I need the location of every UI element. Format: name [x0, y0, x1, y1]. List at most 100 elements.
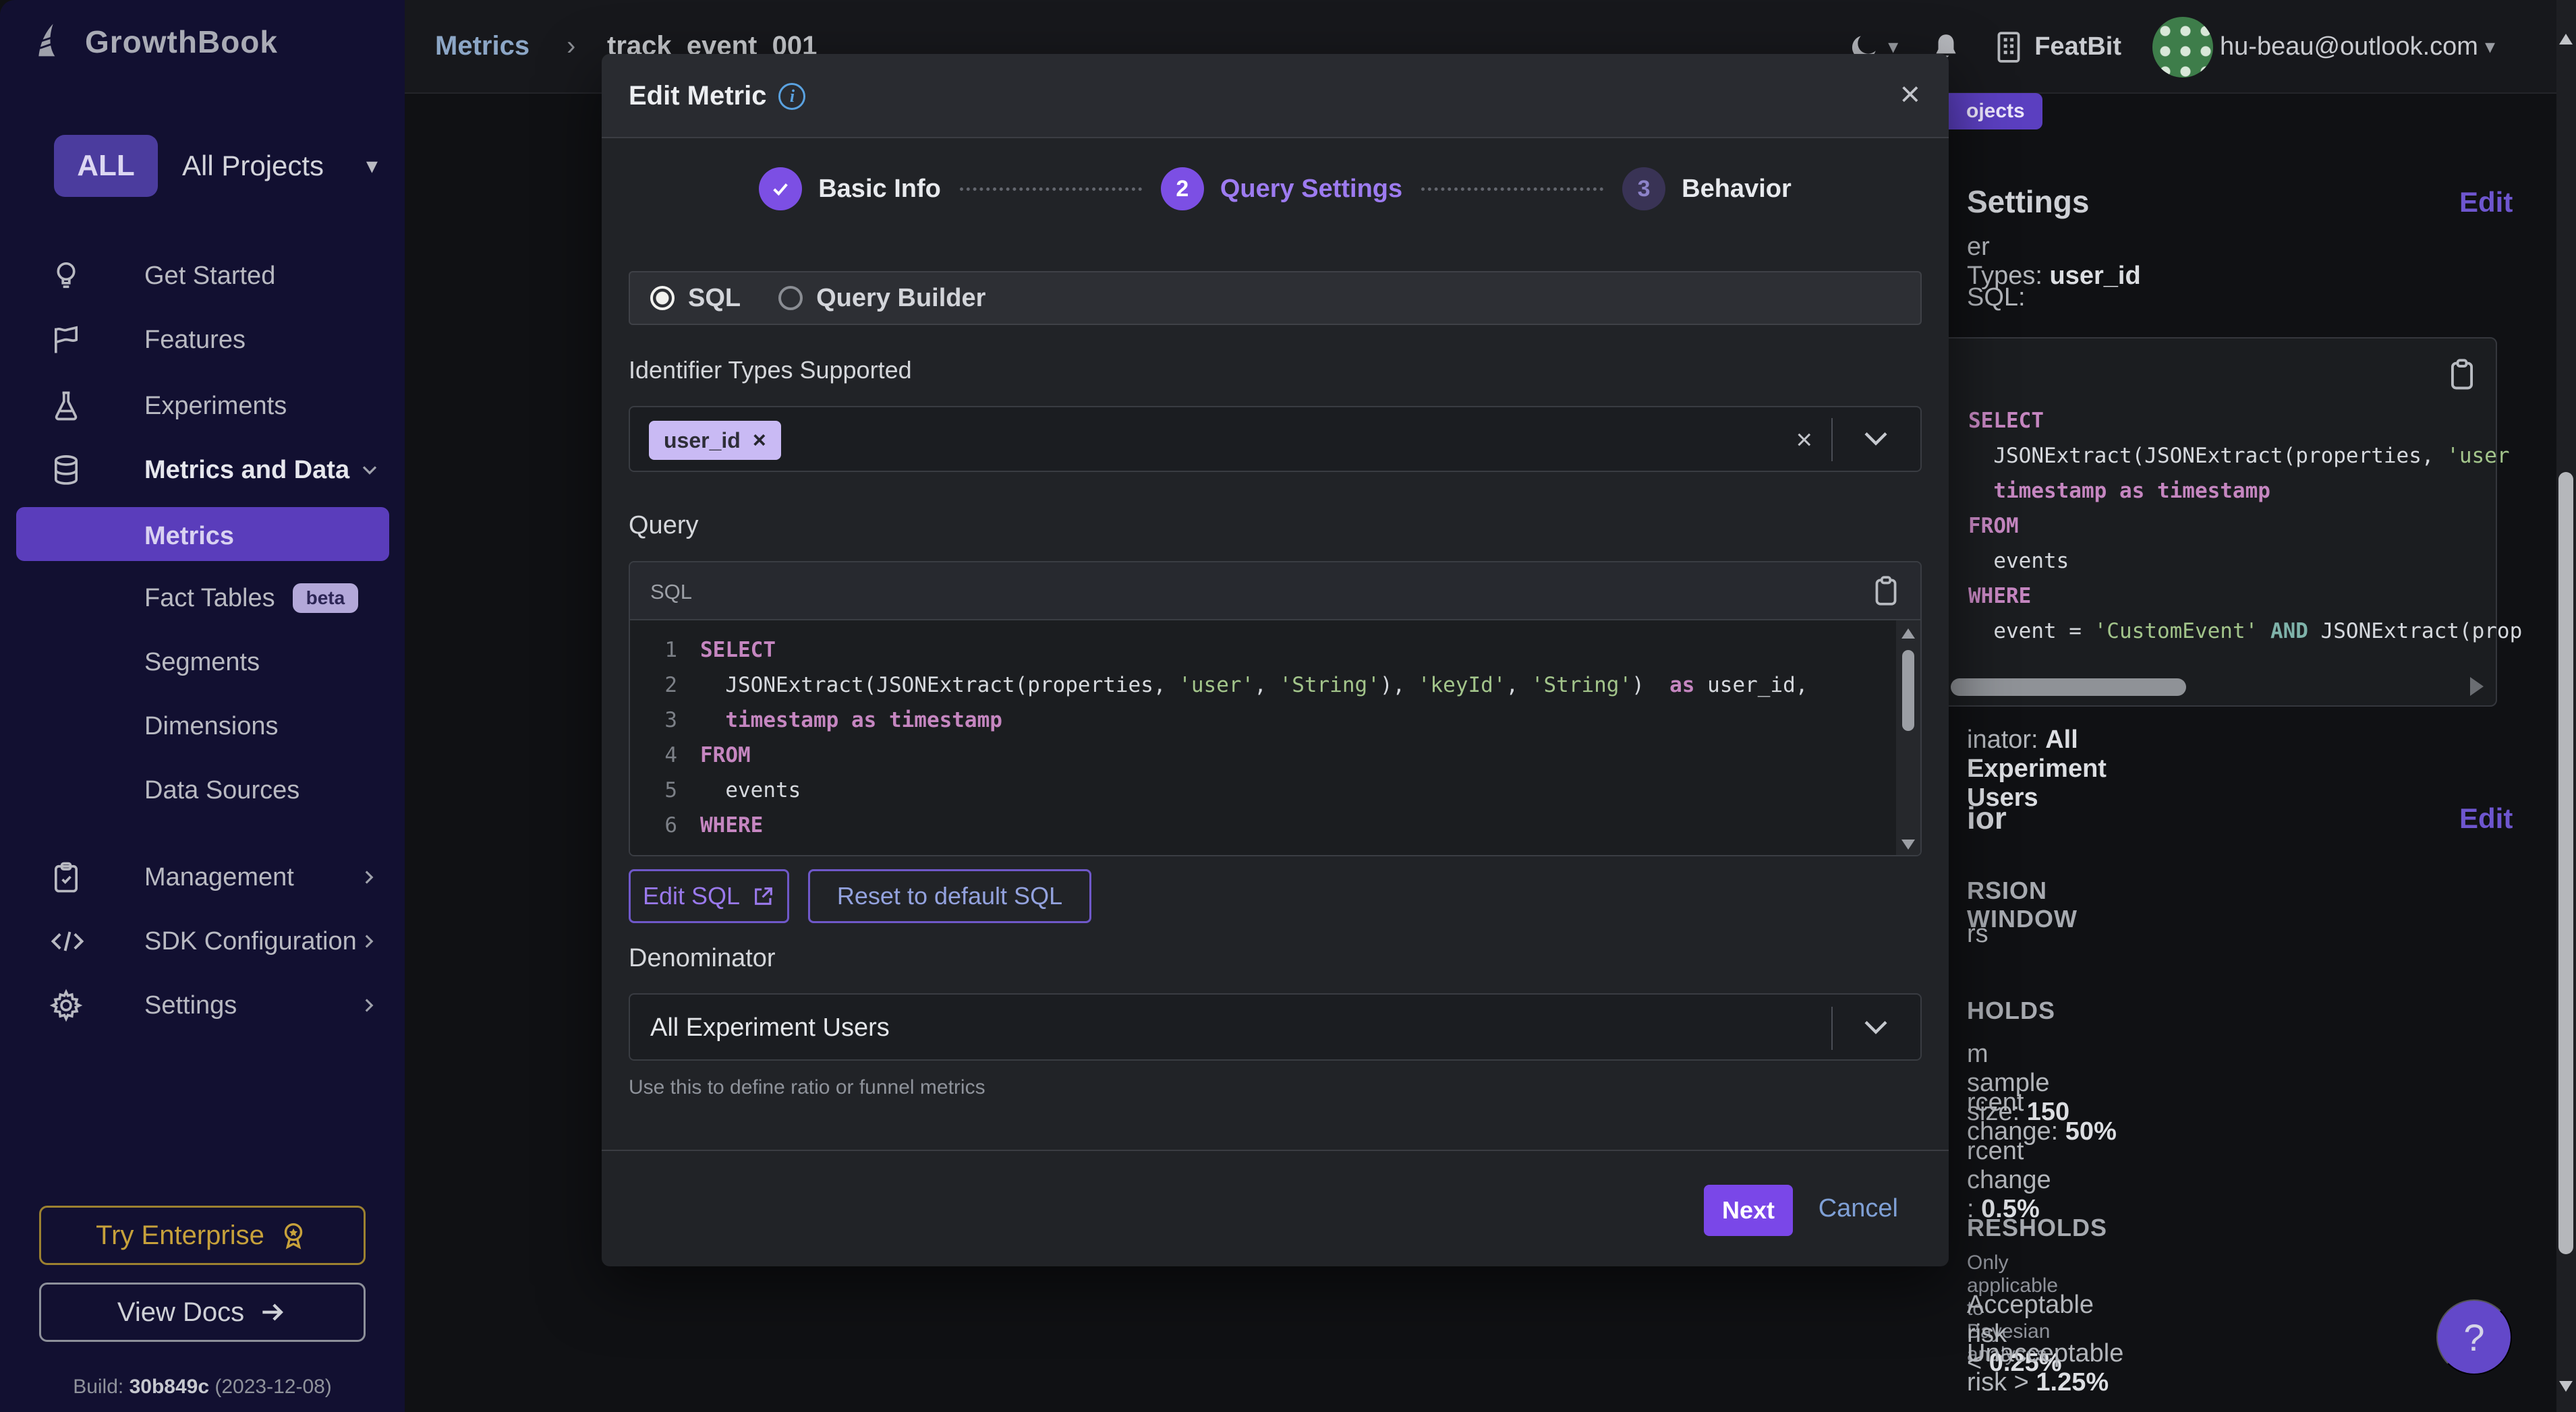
clipboard-icon [49, 860, 86, 895]
sql-preview-code: SELECT JSONExtract(JSONExtract(propertie… [1968, 403, 2522, 649]
user-menu[interactable]: hu-beau@outlook.com ▾ [2152, 17, 2495, 78]
page-scrollbar[interactable] [2556, 0, 2576, 1412]
horizontal-scrollbar-thumb[interactable] [1951, 678, 2186, 696]
info-icon[interactable]: i [778, 83, 805, 110]
divider [1831, 418, 1833, 461]
project-name: All Projects [182, 150, 324, 182]
unacceptable-risk-line: Unacceptable risk > 1.25% [1967, 1339, 2123, 1397]
identifier-types-label: Identifier Types Supported [629, 356, 912, 384]
sidebar-item-settings[interactable]: Settings [0, 973, 405, 1038]
step-basic-info[interactable]: Basic Info [759, 167, 941, 210]
chevron-down-icon [1862, 1019, 1889, 1036]
scroll-down-arrow-icon[interactable] [1901, 840, 1915, 850]
denominator-select[interactable]: All Experiment Users [629, 993, 1922, 1061]
cancel-button[interactable]: Cancel [1819, 1194, 1898, 1223]
modal-title: Edit Metric i [629, 81, 805, 111]
app-title: GrowthBook [85, 24, 278, 60]
sidebar: GrowthBook ALL All Projects ▾ Get Starte… [0, 0, 405, 1412]
thresholds-heading: HOLDS [1967, 997, 2055, 1025]
external-link-icon [752, 885, 775, 908]
scroll-up-arrow-icon[interactable] [1901, 628, 1915, 639]
close-icon[interactable]: × [1900, 77, 1920, 112]
sql-tab-label: SQL [650, 580, 692, 604]
denominator-help-text: Use this to define ratio or funnel metri… [629, 1076, 985, 1099]
page-scrollbar-thumb[interactable] [2558, 472, 2573, 1254]
code-scrollbar-thumb[interactable] [1902, 650, 1914, 731]
denominator-value: All Experiment Users [650, 1013, 890, 1042]
sidebar-item-sdk-configuration[interactable]: SDK Configuration [0, 909, 405, 974]
arrow-right-icon [258, 1297, 287, 1327]
scroll-down-arrow-icon[interactable] [2559, 1381, 2573, 1392]
identifier-types-line: er Types: user_id [1967, 233, 2141, 291]
modal-footer: Next Cancel [602, 1150, 1949, 1266]
copy-icon[interactable] [1872, 575, 1900, 608]
settings-section-title: Settings [1967, 183, 2089, 220]
clear-all-icon[interactable]: × [1796, 423, 1812, 456]
identifier-chip: user_id × [649, 421, 781, 460]
copy-icon[interactable] [2447, 357, 2477, 392]
sidebar-item-features[interactable]: Features [0, 307, 405, 372]
scroll-up-arrow-icon[interactable] [2559, 34, 2573, 45]
identifier-types-multiselect[interactable]: user_id × × [629, 406, 1922, 472]
flask-icon [49, 388, 86, 423]
settings-edit-link[interactable]: Edit [2459, 186, 2513, 218]
sidebar-item-dimensions[interactable]: Dimensions [0, 697, 405, 755]
sidebar-item-segments[interactable]: Segments [0, 633, 405, 691]
sidebar-item-metrics[interactable]: Metrics [16, 507, 389, 561]
help-button[interactable]: ? [2436, 1299, 2512, 1375]
avatar [2152, 17, 2213, 78]
check-icon [759, 167, 802, 210]
project-badge: ALL [54, 135, 158, 197]
app-root: GrowthBook ALL All Projects ▾ Get Starte… [0, 0, 2576, 1412]
radio-query-builder[interactable]: Query Builder [778, 284, 985, 313]
logo[interactable]: GrowthBook [27, 20, 278, 63]
project-selector[interactable]: ALL All Projects ▾ [54, 135, 378, 197]
sidebar-item-fact-tables[interactable]: Fact Tables beta [0, 569, 405, 627]
conversion-window-value: rs [1967, 920, 1988, 949]
building-icon [1994, 30, 2024, 64]
chevron-right-icon [357, 866, 380, 889]
sql-editor: SQL 1SELECT2 JSONExtract(JSONExtract(pro… [629, 561, 1922, 856]
sql-code-area[interactable]: 1SELECT2 JSONExtract(JSONExtract(propert… [630, 620, 1920, 856]
project-tag-badge: ojects [1949, 93, 2042, 129]
radio-sql[interactable]: SQL [650, 284, 741, 313]
lightbulb-icon [49, 258, 86, 293]
query-label: Query [629, 511, 698, 540]
settings-sql-preview: SELECT JSONExtract(JSONExtract(propertie… [1943, 337, 2497, 707]
build-info: Build: 30b849c (2023-12-08) [0, 1376, 405, 1399]
chevron-right-icon [357, 930, 380, 953]
edit-metric-modal: Edit Metric i × Basic Info 2 Query Setti… [602, 54, 1949, 1266]
step-query-settings[interactable]: 2 Query Settings [1161, 167, 1402, 210]
scroll-right-arrow-icon[interactable] [2470, 677, 2484, 696]
reset-sql-button[interactable]: Reset to default SQL [808, 869, 1091, 923]
sidebar-item-experiments[interactable]: Experiments [0, 374, 405, 438]
sidebar-item-metrics-and-data[interactable]: Metrics and Data [0, 438, 405, 502]
featbit-button[interactable]: FeatBit [1994, 30, 2121, 64]
breadcrumb-metrics[interactable]: Metrics [435, 31, 529, 61]
chip-remove-icon[interactable]: × [753, 428, 766, 454]
view-docs-label: View Docs [117, 1297, 244, 1328]
sidebar-item-data-sources[interactable]: Data Sources [0, 761, 405, 819]
chevron-down-icon[interactable] [1862, 430, 1889, 448]
modal-header: Edit Metric i × [602, 54, 1949, 138]
featbit-label: FeatBit [2034, 32, 2121, 61]
view-docs-button[interactable]: View Docs [39, 1283, 366, 1342]
edit-sql-button[interactable]: Edit SQL [629, 869, 789, 923]
horizontal-scrollbar[interactable] [1951, 678, 2462, 696]
wizard-stepper: Basic Info 2 Query Settings 3 Behavior [602, 167, 1949, 210]
chevron-right-icon [357, 994, 380, 1017]
radio-unselected-icon [778, 286, 803, 310]
sidebar-item-get-started[interactable]: Get Started [0, 243, 405, 308]
database-icon [49, 452, 86, 488]
try-enterprise-button[interactable]: Try Enterprise [39, 1206, 366, 1265]
step-behavior[interactable]: 3 Behavior [1622, 167, 1792, 210]
query-mode-radio-group: SQL Query Builder [629, 271, 1922, 325]
question-mark-icon: ? [2463, 1316, 2484, 1359]
try-enterprise-label: Try Enterprise [96, 1220, 264, 1251]
beta-badge: beta [293, 583, 359, 613]
sidebar-item-management[interactable]: Management [0, 845, 405, 910]
fact-tables-label: Fact Tables [144, 584, 275, 613]
code-scrollbar[interactable] [1896, 620, 1920, 856]
behavior-edit-link[interactable]: Edit [2459, 802, 2513, 835]
next-button[interactable]: Next [1704, 1185, 1793, 1236]
